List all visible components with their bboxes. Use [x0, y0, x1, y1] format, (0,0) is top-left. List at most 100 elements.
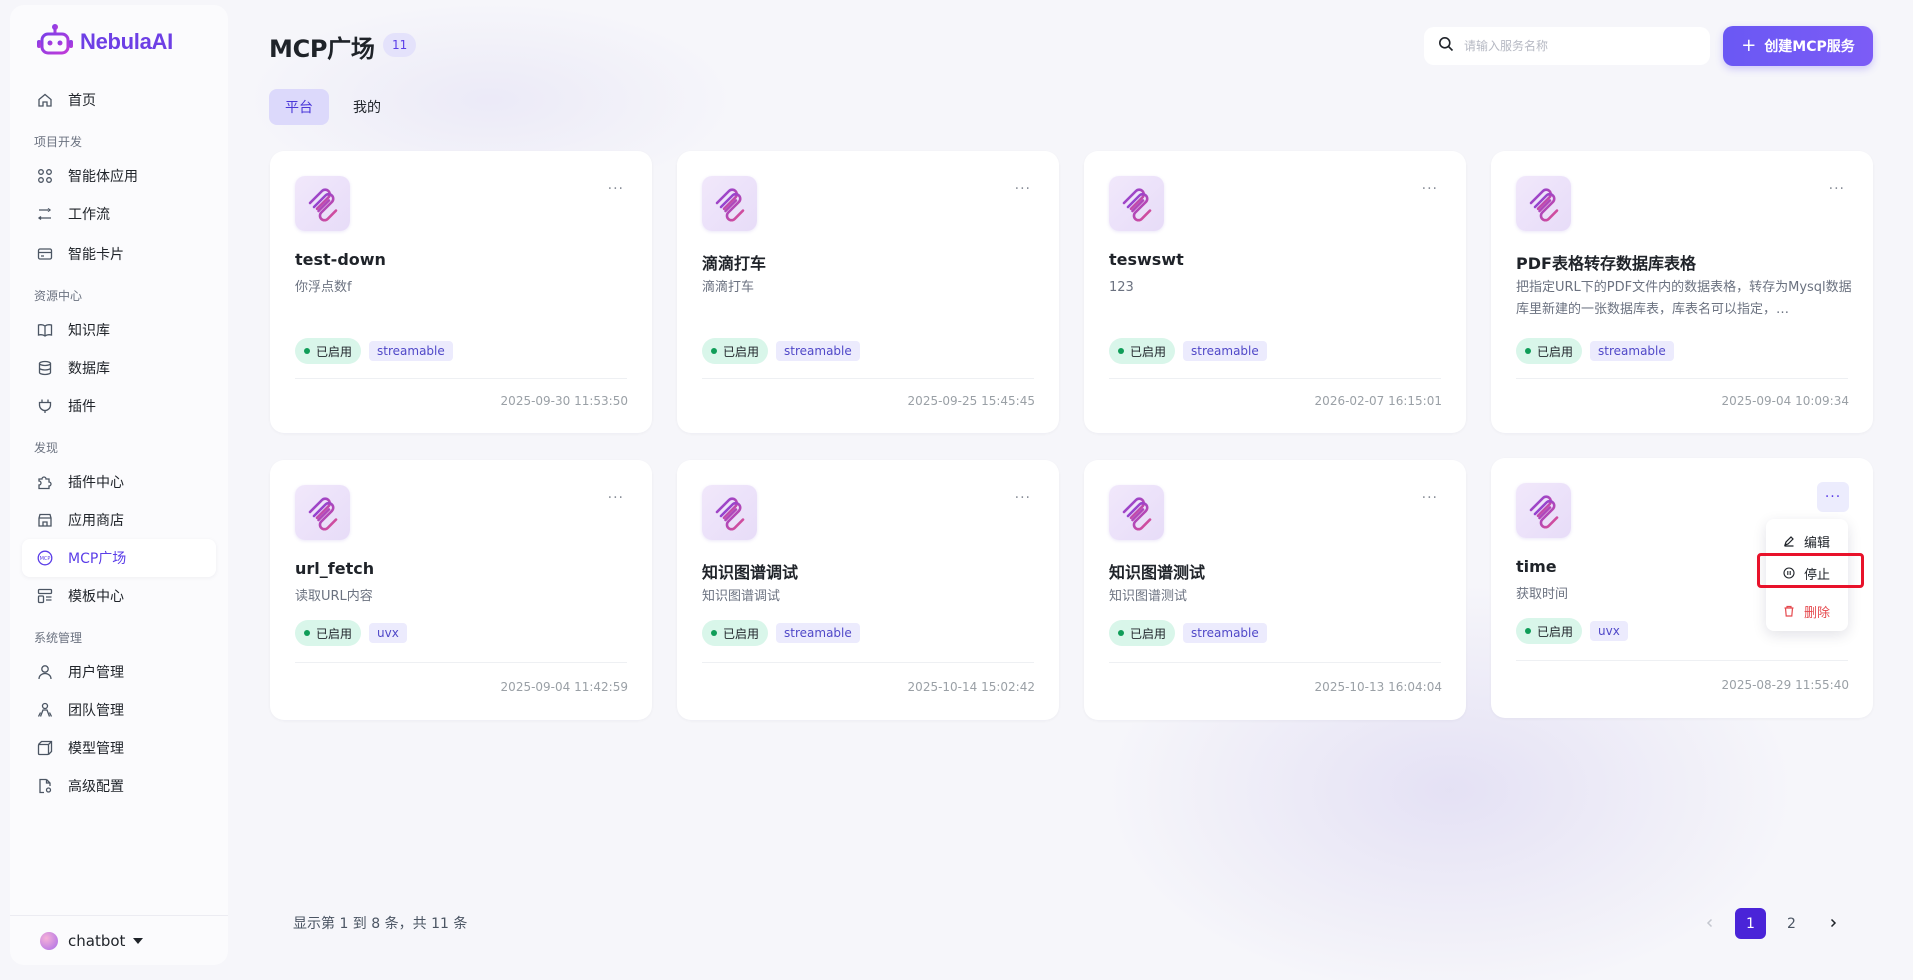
card-divider	[295, 378, 627, 379]
sidebar-item-smart-card[interactable]: 智能卡片	[22, 235, 216, 273]
status-badge: 已启用	[295, 620, 362, 646]
more-options-button[interactable]: ···	[608, 181, 624, 197]
sidebar-section-title: 系统管理	[34, 630, 83, 645]
more-options-button[interactable]: ···	[1829, 181, 1845, 197]
card-divider	[1516, 378, 1848, 379]
sidebar-item-database[interactable]: 数据库	[22, 349, 216, 387]
transport-type-tag: streamable	[369, 341, 453, 361]
cube-icon	[36, 739, 54, 757]
more-options-button[interactable]: ···	[1422, 490, 1438, 506]
sidebar-section-title: 资源中心	[34, 288, 83, 303]
more-options-button[interactable]: ···	[1015, 490, 1031, 506]
pause-circle-icon	[1782, 566, 1796, 580]
status-badge: 已启用	[295, 338, 362, 364]
card-description: 知识图谱测试	[1109, 589, 1188, 604]
mcp-service-card[interactable]: ··· url_fetch 读取URL内容 已启用 uvx 2025-09-04 11:4…	[270, 460, 652, 720]
status-label: 已启用	[1130, 344, 1167, 359]
card-tags: 已启用 uvx	[1516, 618, 1628, 644]
prev-page-button[interactable]	[1694, 908, 1725, 939]
sidebar-item-knowledge-base[interactable]: 知识库	[22, 311, 216, 349]
mcp-service-card[interactable]: ··· 知识图谱调试 知识图谱调试 已启用 streamable 2025-10-14 1…	[677, 460, 1059, 720]
search-input[interactable]	[1464, 39, 1684, 53]
status-label: 已启用	[316, 344, 353, 359]
grid-icon	[36, 167, 54, 185]
more-options-button[interactable]: ···	[1422, 181, 1438, 197]
ellipsis-icon: ···	[1421, 490, 1438, 506]
mcp-service-card[interactable]: ··· 知识图谱测试 知识图谱测试 已启用 streamable 2025-10-13 1…	[1084, 460, 1466, 720]
mcp-service-icon	[1516, 483, 1571, 538]
next-page-button[interactable]	[1817, 908, 1848, 939]
page-2-button[interactable]: 2	[1776, 908, 1807, 939]
menu-item-stop[interactable]: 停止	[1766, 557, 1848, 589]
template-icon	[36, 587, 54, 605]
card-title: PDF表格转存数据库表格	[1516, 254, 1696, 273]
menu-item-delete[interactable]: 删除	[1766, 595, 1848, 627]
user-menu[interactable]: chatbot	[10, 915, 228, 965]
card-icon	[36, 245, 54, 263]
sidebar-item-template-center[interactable]: 模板中心	[22, 577, 216, 615]
sidebar-item-team-management[interactable]: 团队管理	[22, 691, 216, 729]
status-badge: 已启用	[702, 620, 769, 646]
more-options-button[interactable]: ···	[1015, 181, 1031, 197]
card-divider	[1109, 662, 1441, 663]
sidebar-item-label: 应用商店	[68, 513, 124, 529]
mcp-service-icon	[702, 176, 757, 231]
menu-item-label: 停止	[1804, 567, 1831, 583]
user-name: chatbot	[68, 931, 126, 950]
sidebar-item-label: 用户管理	[68, 665, 124, 681]
page-1-button[interactable]: 1	[1735, 908, 1766, 939]
menu-item-label: 删除	[1804, 605, 1831, 621]
create-mcp-service-button[interactable]: + 创建MCP服务	[1723, 26, 1873, 66]
robot-logo-icon	[36, 23, 74, 61]
plus-icon: +	[1741, 35, 1757, 56]
mcp-service-card[interactable]: ··· PDF表格转存数据库表格 把指定URL下的PDF文件内的数据表格，转存为My…	[1491, 151, 1873, 433]
card-divider	[1109, 378, 1441, 379]
mcp-service-card[interactable]: ··· teswswt 123 已启用 streamable 2026-02-07 16:…	[1084, 151, 1466, 433]
more-options-button[interactable]: ···	[608, 490, 624, 506]
app-logo[interactable]: NebulaAI	[36, 24, 173, 60]
card-tags: 已启用 streamable	[1109, 620, 1267, 646]
team-icon	[36, 701, 54, 719]
sidebar-item-agent-apps[interactable]: 智能体应用	[22, 157, 216, 195]
tab-bar: 平台 我的	[269, 89, 397, 125]
caret-down-icon	[133, 937, 144, 944]
mcp-service-card[interactable]: ··· 滴滴打车 滴滴打车 已启用 streamable 2025-09-25 15:45…	[677, 151, 1059, 433]
sidebar-item-label: MCP广场	[68, 551, 127, 567]
svg-text:MCP: MCP	[40, 556, 51, 562]
sidebar-item-advanced-config[interactable]: 高级配置	[22, 767, 216, 805]
sidebar-section-title: 发现	[34, 440, 59, 455]
sidebar-item-plugin[interactable]: 插件	[22, 387, 216, 425]
card-divider	[702, 378, 1034, 379]
tab-platform[interactable]: 平台	[269, 89, 329, 125]
app-name: NebulaAI	[80, 29, 173, 54]
sidebar-item-label: 插件	[68, 399, 96, 415]
sidebar-item-plugin-center[interactable]: 插件中心	[22, 463, 216, 501]
sidebar-item-mcp-square[interactable]: MCP MCP广场	[22, 539, 216, 577]
card-timestamp: 2026-02-07 16:15:01	[1314, 394, 1442, 408]
menu-item-label: 编辑	[1804, 535, 1831, 551]
sidebar-item-workflow[interactable]: 工作流	[22, 195, 216, 233]
transport-type-tag: streamable	[1183, 623, 1267, 643]
search-box[interactable]	[1424, 27, 1710, 65]
more-options-button[interactable]: ···	[1817, 482, 1849, 512]
user-icon	[36, 663, 54, 681]
sidebar-item-app-store[interactable]: 应用商店	[22, 501, 216, 539]
sidebar-item-model-management[interactable]: 模型管理	[22, 729, 216, 767]
sidebar-item-label: 团队管理	[68, 703, 124, 719]
store-icon	[36, 511, 54, 529]
sidebar-item-home[interactable]: 首页	[22, 81, 216, 119]
puzzle-icon	[36, 473, 54, 491]
card-title: url_fetch	[295, 559, 375, 578]
mcp-service-card[interactable]: ··· test-down 你浮点数f 已启用 streamable 2025-09-30…	[270, 151, 652, 433]
sidebar-item-user-management[interactable]: 用户管理	[22, 653, 216, 691]
sidebar-item-label: 智能体应用	[68, 169, 138, 185]
sidebar-item-label: 首页	[68, 93, 96, 109]
pagination: 1 2	[1694, 908, 1848, 939]
card-timestamp: 2025-09-30 11:53:50	[500, 394, 628, 408]
transport-type-tag: streamable	[1590, 341, 1674, 361]
tab-mine[interactable]: 我的	[337, 89, 397, 125]
card-description: 你浮点数f	[295, 280, 352, 295]
card-divider	[702, 662, 1034, 663]
status-label: 已启用	[1537, 624, 1574, 639]
menu-item-edit[interactable]: 编辑	[1766, 525, 1848, 557]
